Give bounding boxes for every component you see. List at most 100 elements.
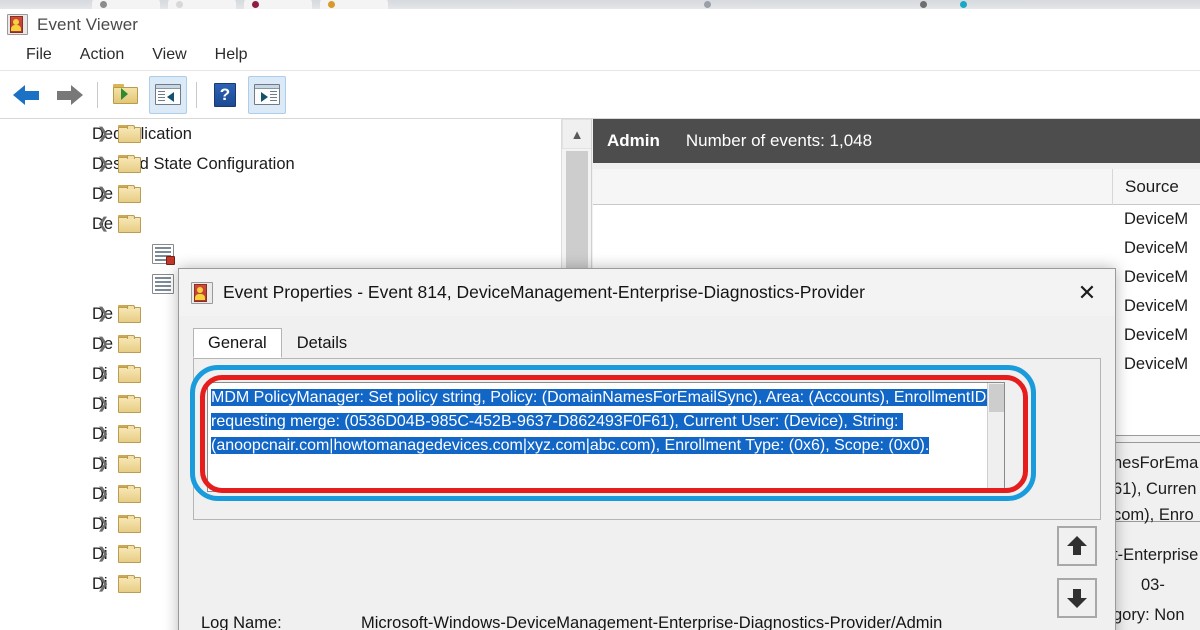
dialog-titlebar: Event Properties - Event 814, DeviceMana…: [179, 269, 1115, 316]
back-button[interactable]: [8, 76, 46, 114]
scrollbar-thumb[interactable]: [566, 151, 588, 271]
chevron-right-icon[interactable]: ❯: [96, 306, 110, 321]
previous-event-button[interactable]: [1057, 526, 1097, 566]
tree-item-desired-state-configuration[interactable]: ❯ Desired State Configuration: [0, 149, 591, 179]
folder-icon: [118, 154, 142, 174]
console-tree-icon: [155, 84, 181, 105]
chevron-right-icon[interactable]: ❯: [96, 156, 110, 171]
folder-icon: [118, 544, 142, 564]
tab-general[interactable]: General: [193, 328, 282, 358]
events-header-count: Number of events: 1,048: [685, 131, 873, 150]
event-message-textbox[interactable]: MDM PolicyManager: Set policy string, Po…: [207, 382, 1005, 492]
chevron-right-icon[interactable]: ❯: [96, 366, 110, 381]
cell-source: DeviceM: [1124, 210, 1189, 228]
field-label: Log Name:: [201, 614, 282, 630]
workarea: ❯ Deduplication ❯ Desired State Configur…: [0, 119, 1200, 630]
menu-action[interactable]: Action: [66, 44, 138, 66]
tab-favicon-icon: [252, 1, 259, 8]
field-row-log-name: Log Name: Microsoft-Windows-DeviceManage…: [193, 614, 1101, 630]
detail-preview-body-3: com), Enro: [1113, 506, 1194, 524]
browser-tabstrip-sliver: [0, 0, 1200, 9]
up-one-level-button[interactable]: [107, 76, 145, 114]
event-fields-table: Log Name: Microsoft-Windows-DeviceManage…: [193, 614, 1101, 630]
event-viewer-window: Event Viewer File Action View Help ? ❯ D…: [0, 9, 1200, 630]
chevron-right-icon[interactable]: ❯: [96, 126, 110, 141]
table-row[interactable]: DeviceM: [593, 234, 1200, 263]
tree-item-deduplication[interactable]: ❯ Deduplication: [0, 119, 591, 149]
cell-source: DeviceM: [1124, 326, 1189, 344]
arrow-right-icon: [55, 84, 83, 106]
arrow-down-icon: [1067, 588, 1087, 608]
show-console-tree-button[interactable]: [149, 75, 187, 114]
folder-up-icon: [113, 84, 139, 105]
table-row[interactable]: DeviceM: [593, 205, 1200, 234]
arrow-left-icon: [13, 84, 41, 106]
menu-view[interactable]: View: [138, 44, 200, 66]
folder-icon: [118, 514, 142, 534]
chevron-right-icon[interactable]: ❯: [96, 486, 110, 501]
folder-icon: [118, 574, 142, 594]
detail-preview-meta-1: t-Enterprise: [1113, 546, 1199, 564]
chevron-right-icon[interactable]: ❯: [96, 336, 110, 351]
message-scrollbar[interactable]: [987, 383, 1004, 491]
event-message-text: MDM PolicyManager: Set policy string, Po…: [211, 386, 1002, 458]
event-log-operational-icon: [152, 274, 174, 294]
chevron-right-icon[interactable]: ❯: [96, 576, 110, 591]
folder-icon: [118, 364, 142, 384]
tab-favicon-icon: [328, 1, 335, 8]
tab-favicon-icon: [704, 1, 711, 8]
tab-favicon-icon: [960, 1, 967, 8]
scroll-up-button[interactable]: ▲: [562, 119, 591, 149]
chevron-right-icon[interactable]: ❯: [96, 396, 110, 411]
cell-source: DeviceM: [1124, 268, 1189, 286]
arrow-up-icon: [1067, 536, 1087, 556]
tab-details[interactable]: Details: [282, 328, 362, 358]
tree-item-de-3[interactable]: ❯ De: [0, 179, 591, 209]
chevron-right-icon[interactable]: ❯: [96, 546, 110, 561]
window-title: Event Viewer: [37, 14, 139, 34]
cell-source: DeviceM: [1124, 239, 1189, 257]
help-question-icon: ?: [214, 82, 236, 107]
chevron-right-icon[interactable]: ❯: [96, 186, 110, 201]
show-action-pane-button[interactable]: [248, 75, 286, 114]
chevron-right-icon[interactable]: ❯: [96, 516, 110, 531]
menu-help[interactable]: Help: [201, 44, 262, 66]
folder-icon: [118, 394, 142, 414]
next-event-button[interactable]: [1057, 578, 1097, 618]
events-header-title: Admin: [607, 131, 660, 150]
scrollbar-thumb[interactable]: [989, 384, 1004, 412]
folder-icon: [118, 334, 142, 354]
folder-icon: [118, 214, 142, 234]
tab-favicon-icon: [176, 1, 183, 8]
menu-file[interactable]: File: [12, 44, 66, 66]
toolbar: ?: [0, 71, 1200, 119]
field-value: Microsoft-Windows-DeviceManagement-Enter…: [361, 614, 943, 630]
tree-item-log-admin[interactable]: [0, 239, 591, 269]
folder-icon: [118, 454, 142, 474]
folder-icon: [118, 424, 142, 444]
chevron-down-icon[interactable]: ❮: [96, 216, 110, 231]
close-icon[interactable]: ✕: [1059, 269, 1115, 316]
folder-icon: [118, 304, 142, 324]
event-viewer-icon: [7, 14, 28, 35]
event-log-admin-icon: [152, 244, 175, 265]
chevron-right-icon[interactable]: ❯: [96, 426, 110, 441]
dialog-title: Event Properties - Event 814, DeviceMana…: [223, 282, 865, 302]
event-properties-icon: [191, 281, 213, 304]
column-header-source[interactable]: Source: [1112, 169, 1200, 205]
folder-icon: [118, 484, 142, 504]
event-properties-dialog: Event Properties - Event 814, DeviceMana…: [178, 268, 1116, 630]
events-pane-header: Admin Number of events: 1,048: [593, 119, 1200, 163]
toolbar-separator: [97, 81, 98, 108]
tree-item-de-4-expanded[interactable]: ❮ De: [0, 209, 591, 239]
message-group-box: MDM PolicyManager: Set policy string, Po…: [193, 358, 1101, 520]
detail-preview-meta-2: 03-: [1141, 576, 1165, 594]
detail-preview-meta-3: gory: Non: [1113, 606, 1185, 624]
menubar: File Action View Help: [0, 40, 1200, 71]
forward-button[interactable]: [50, 76, 88, 114]
events-grid-headers: Source: [593, 169, 1200, 205]
help-button[interactable]: ?: [206, 76, 244, 114]
chevron-right-icon[interactable]: ❯: [96, 456, 110, 471]
folder-icon: [118, 184, 142, 204]
dialog-tabstrip: General Details: [193, 326, 362, 358]
